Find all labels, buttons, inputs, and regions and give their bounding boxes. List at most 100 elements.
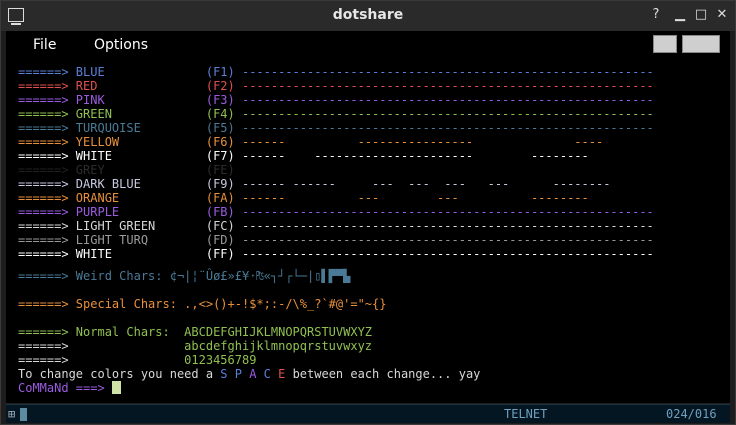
space-letter: S bbox=[220, 367, 235, 381]
row-arrow: ======> bbox=[18, 269, 76, 283]
color-row: ======> GREY (FE) bbox=[18, 163, 242, 177]
color-sample-dashes: ------ ---------------------- -------- bbox=[241, 149, 589, 163]
maximize-icon[interactable]: □ bbox=[693, 7, 709, 23]
color-row: ======> YELLOW (F6) ------ -------------… bbox=[18, 135, 603, 149]
function-key: (F4) bbox=[205, 107, 242, 121]
color-sample-dashes: ------ ------ --- --- --- --- -------- bbox=[241, 177, 611, 191]
help-icon[interactable]: ? bbox=[648, 7, 664, 23]
special-chars-row: ======> Special Chars: .,<>()+-!$*;:-/\%… bbox=[18, 297, 386, 311]
row-arrow: ======> bbox=[18, 65, 76, 79]
color-sample-dashes: ----------------------------------------… bbox=[241, 65, 654, 79]
menu-options[interactable]: Options bbox=[94, 37, 148, 53]
row-arrow: ======> bbox=[18, 177, 76, 191]
space-letter: P bbox=[234, 367, 250, 381]
color-name: GREY bbox=[75, 163, 206, 177]
row-arrow: ======> bbox=[18, 107, 76, 121]
row-arrow: ======> bbox=[18, 121, 76, 135]
row-arrow: ======> bbox=[18, 191, 76, 205]
info-line: To change colors you need a S P A C E be… bbox=[18, 367, 480, 381]
menu-file[interactable]: File bbox=[33, 37, 56, 53]
color-name: PINK bbox=[75, 93, 206, 107]
color-row: ======> WHITE (FF) ---------------------… bbox=[18, 247, 654, 261]
status-mode: TELNET bbox=[504, 407, 548, 421]
color-name: DARK BLUE bbox=[75, 177, 206, 191]
color-row: ======> WHITE (F7) ------ --------------… bbox=[18, 149, 589, 163]
color-sample-dashes: ------ ---------------- ---- bbox=[241, 135, 604, 149]
color-name: WHITE bbox=[75, 247, 206, 261]
color-sample-dashes: ----------------------------------------… bbox=[241, 107, 654, 121]
function-key: (FB) bbox=[205, 205, 242, 219]
minimize-icon[interactable]: ▁ bbox=[672, 7, 688, 23]
special-chars-value: .,<>()+-!$*;:-/\%_?`#@'="~{} bbox=[184, 297, 387, 311]
row-arrow: ======> bbox=[18, 339, 76, 353]
space-letter: C bbox=[263, 367, 279, 381]
row-arrow: ======> bbox=[18, 149, 76, 163]
function-key: (F2) bbox=[205, 79, 242, 93]
weird-chars-row: ======> Weird Chars: ¢¬|¦¨Ûø£»£¥·₧«┐┘┌└─… bbox=[18, 269, 350, 283]
row-arrow: ======> bbox=[18, 135, 76, 149]
digit-chars: 0123456789 bbox=[184, 353, 257, 367]
function-key: (FD) bbox=[205, 233, 242, 247]
color-sample-dashes: ----------------------------------------… bbox=[241, 233, 654, 247]
function-key: (FE) bbox=[205, 163, 242, 177]
weird-chars-label: Weird Chars: bbox=[75, 269, 170, 283]
color-name: TURQUOISE bbox=[75, 121, 206, 135]
row-arrow: ======> bbox=[18, 219, 76, 233]
color-row: ======> LIGHT TURQ (FD) ----------------… bbox=[18, 233, 654, 247]
color-sample-dashes: ----------------------------------------… bbox=[241, 219, 654, 233]
color-sample-dashes: ------ --- --- -------- bbox=[241, 191, 589, 205]
color-name: LIGHT GREEN bbox=[75, 219, 206, 233]
function-key: (F5) bbox=[205, 121, 242, 135]
color-name: RED bbox=[75, 79, 206, 93]
color-row: ======> PINK (F3) ----------------------… bbox=[18, 93, 654, 107]
color-sample-dashes: ----------------------------------------… bbox=[241, 121, 654, 135]
weird-chars-value: ¢¬|¦¨Ûø£»£¥·₧«┐┘┌└─|▯▌▛▀▙ bbox=[169, 269, 351, 283]
row-arrow: ======> bbox=[18, 297, 76, 311]
special-chars-label: Special Chars: bbox=[75, 297, 185, 311]
space-letter: A bbox=[249, 367, 264, 381]
uppercase-chars: ABCDEFGHIJKLMNOPQRSTUVWXYZ bbox=[184, 325, 373, 339]
color-row: ======> DARK BLUE (F9) ------ ------ ---… bbox=[18, 177, 610, 191]
terminal-window: dotshare ? ▁ □ ✕ File Options ======> BL… bbox=[0, 0, 736, 425]
lock-icon[interactable] bbox=[653, 35, 677, 53]
window-title: dotshare bbox=[332, 7, 404, 23]
row-arrow: ======> bbox=[18, 79, 76, 93]
function-key: (F1) bbox=[205, 65, 242, 79]
normal-chars-label: Normal Chars: bbox=[75, 325, 185, 339]
function-key: (F9) bbox=[205, 177, 242, 191]
lowercase-chars: abcdefghijklmnopqrstuvwxyz bbox=[184, 339, 373, 353]
status-cursor-position: 024/016 bbox=[666, 407, 717, 421]
row-arrow: ======> bbox=[18, 247, 76, 261]
command-prompt: CoMMaNd ===> bbox=[18, 381, 112, 395]
close-icon[interactable]: ✕ bbox=[714, 7, 730, 23]
row-arrow: ======> bbox=[18, 325, 76, 339]
function-key: (F7) bbox=[205, 149, 242, 163]
keyboard-icon[interactable] bbox=[682, 35, 720, 53]
color-row: ======> GREEN (F4) ---------------------… bbox=[18, 107, 654, 121]
terminal-screen[interactable]: ======> BLUE (F1) ----------------------… bbox=[6, 59, 730, 403]
row-arrow: ======> bbox=[18, 205, 76, 219]
normal-chars-row: ======> 0123456789 bbox=[18, 353, 256, 367]
color-row: ======> BLUE (F1) ----------------------… bbox=[18, 65, 654, 79]
color-sample-dashes: ----------------------------------------… bbox=[241, 247, 654, 261]
color-name: GREEN bbox=[75, 107, 206, 121]
color-row: ======> RED (F2) -----------------------… bbox=[18, 79, 654, 93]
color-row: ======> ORANGE (FA) ------ --- --- -----… bbox=[18, 191, 589, 205]
color-sample-dashes: ----------------------------------------… bbox=[241, 205, 654, 219]
function-key: (F6) bbox=[205, 135, 242, 149]
row-arrow: ======> bbox=[18, 233, 76, 247]
function-key: (FA) bbox=[205, 191, 242, 205]
color-name: BLUE bbox=[75, 65, 206, 79]
row-arrow: ======> bbox=[18, 353, 76, 367]
menu-bar: File Options bbox=[6, 31, 730, 59]
color-sample-dashes: ----------------------------------------… bbox=[241, 79, 654, 93]
color-row: ======> TURQUOISE (F5) -----------------… bbox=[18, 121, 654, 135]
color-name: LIGHT TURQ bbox=[75, 233, 206, 247]
color-name: YELLOW bbox=[75, 135, 206, 149]
keyboard-status-icon: ⊞ bbox=[8, 407, 16, 421]
text-cursor[interactable] bbox=[111, 381, 121, 394]
row-arrow: ======> bbox=[18, 93, 76, 107]
function-key: (FC) bbox=[205, 219, 242, 233]
